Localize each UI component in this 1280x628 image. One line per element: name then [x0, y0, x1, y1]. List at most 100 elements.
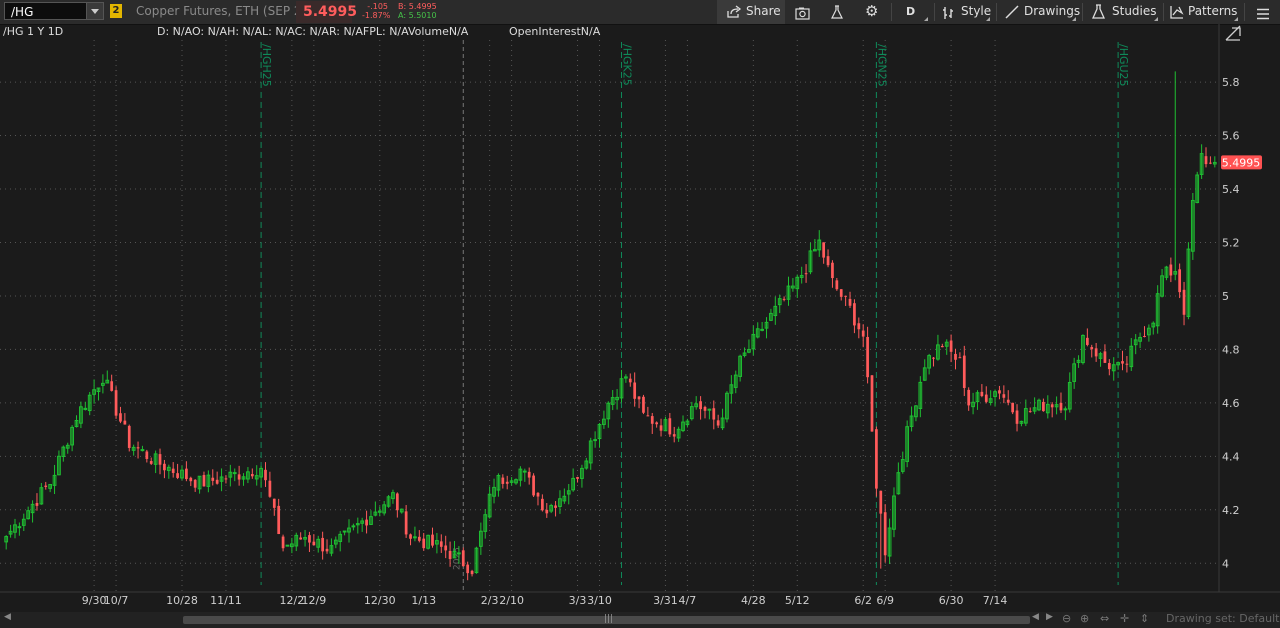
candle-body — [35, 502, 39, 506]
candle-body — [158, 454, 162, 465]
candle-body — [848, 298, 852, 306]
candle-body — [637, 396, 641, 400]
candle-body — [281, 536, 285, 549]
candle-body — [940, 345, 944, 348]
candle-body — [44, 485, 48, 487]
candle-body — [17, 526, 22, 529]
price-tick-label: 4.4 — [1222, 450, 1240, 463]
candle-body — [1085, 337, 1089, 345]
candle-body — [136, 447, 140, 449]
price-axis[interactable]: 4 4.2 4.4 4.6 4.8 5 5.2 5.4 5.6 5.8 — [1222, 76, 1240, 570]
candle-body — [1209, 162, 1212, 164]
crosshair-icon[interactable]: ✛ — [1120, 612, 1129, 625]
candle-body — [312, 541, 316, 546]
candle-body — [224, 478, 228, 480]
candle-body — [861, 330, 865, 337]
fit-width-icon[interactable]: ⇔ — [1100, 612, 1109, 625]
time-tick-label: 4/28 — [741, 594, 766, 607]
candle-body — [576, 477, 579, 479]
candle-body — [967, 389, 971, 406]
drawing-set-label[interactable]: Drawing set: Default — [1166, 612, 1279, 625]
candle-body — [413, 536, 417, 539]
zoom-out-icon[interactable]: ⊖ — [1062, 612, 1071, 625]
candle-body — [958, 357, 962, 359]
candle-body — [655, 422, 659, 425]
price-tick-label: 4 — [1222, 557, 1229, 570]
candle-body — [633, 382, 637, 399]
rollover-label: /HGH25 — [260, 44, 273, 87]
time-tick-label: 2/10 — [499, 594, 524, 607]
candle-body — [1059, 402, 1063, 411]
price-tick-label: 5.2 — [1222, 236, 1240, 249]
time-tick-label: 10/7 — [104, 594, 129, 607]
candle-body — [299, 537, 303, 540]
zoom-in-icon[interactable]: ⊕ — [1080, 612, 1089, 625]
candle-body — [707, 408, 712, 411]
price-tick-label: 5.4 — [1222, 183, 1240, 196]
candle-body — [185, 468, 188, 480]
candle-body — [866, 336, 869, 378]
price-tick-label: 5.8 — [1222, 76, 1240, 89]
candle-body — [250, 474, 254, 477]
price-tick-label: 4.6 — [1222, 397, 1240, 410]
candle-body — [962, 355, 966, 388]
candle-body — [1090, 347, 1094, 350]
time-tick-label: 6/2 — [854, 594, 872, 607]
candle-body — [1143, 335, 1146, 337]
expand-axis-icon[interactable] — [1225, 25, 1241, 41]
candle-body — [119, 413, 122, 422]
price-tick-label: 5 — [1222, 290, 1229, 303]
candle-body — [232, 472, 237, 475]
candle-body — [1015, 410, 1019, 424]
candle-body — [470, 570, 474, 575]
candle-body — [642, 396, 645, 413]
pan-icon[interactable]: ⇕ — [1140, 612, 1149, 625]
candle-body — [237, 474, 241, 480]
candle-body — [545, 509, 549, 514]
candle-body — [264, 469, 267, 481]
candle-body — [285, 544, 290, 547]
rollover-label: /HGU25 — [1117, 44, 1130, 87]
candle-body — [628, 378, 632, 383]
candle-body — [998, 390, 1001, 394]
price-tick-label: 5.6 — [1222, 130, 1240, 143]
candle-body — [417, 536, 421, 541]
candle-body — [668, 418, 672, 435]
time-axis[interactable]: 9/3010/7 10/28 11/11 12/212/9 12/30 1/13 2/3 2/… — [82, 594, 1008, 607]
candle-body — [466, 564, 470, 574]
horizontal-grid — [0, 81, 1219, 564]
rollover-label: /HGN25 — [875, 44, 888, 87]
candle-body — [593, 439, 597, 442]
candle-body — [699, 401, 702, 410]
time-tick-label: 6/9 — [876, 594, 894, 607]
price-chart[interactable]: 2025 /HGH25/HGK25/HGN25/HGU25 4 4.2 4.4 4.6… — [0, 0, 1280, 612]
candle-body — [211, 477, 215, 481]
candle-body — [984, 394, 988, 402]
price-tick-label: 4.2 — [1222, 504, 1240, 517]
candle-body — [826, 256, 830, 266]
time-tick-label: 10/28 — [166, 594, 198, 607]
candle-body — [980, 391, 984, 397]
candle-body — [1063, 408, 1068, 411]
candle-body — [1011, 402, 1014, 413]
scroll-right-icon[interactable]: ▶ — [1046, 612, 1053, 622]
candle-body — [839, 289, 843, 297]
candle-body — [163, 463, 166, 471]
candle-body — [365, 519, 368, 526]
scroll-left-icon[interactable]: ◀ — [4, 612, 11, 622]
candle-body — [114, 390, 118, 416]
candle-body — [831, 262, 834, 279]
candle-body — [1125, 363, 1129, 365]
vertical-grid: 2025 — [93, 40, 996, 592]
candle-body — [176, 473, 179, 478]
candle-body — [782, 298, 786, 300]
candle-body — [325, 548, 329, 552]
scroll-left-end-icon[interactable]: ◀ — [1032, 612, 1039, 622]
candlestick-series — [4, 71, 1217, 581]
candle-body — [202, 475, 206, 487]
candle-body — [1006, 399, 1010, 403]
candle-body — [1103, 351, 1107, 363]
candle-body — [804, 273, 808, 275]
candle-body — [949, 340, 953, 352]
candle-body — [835, 280, 839, 290]
